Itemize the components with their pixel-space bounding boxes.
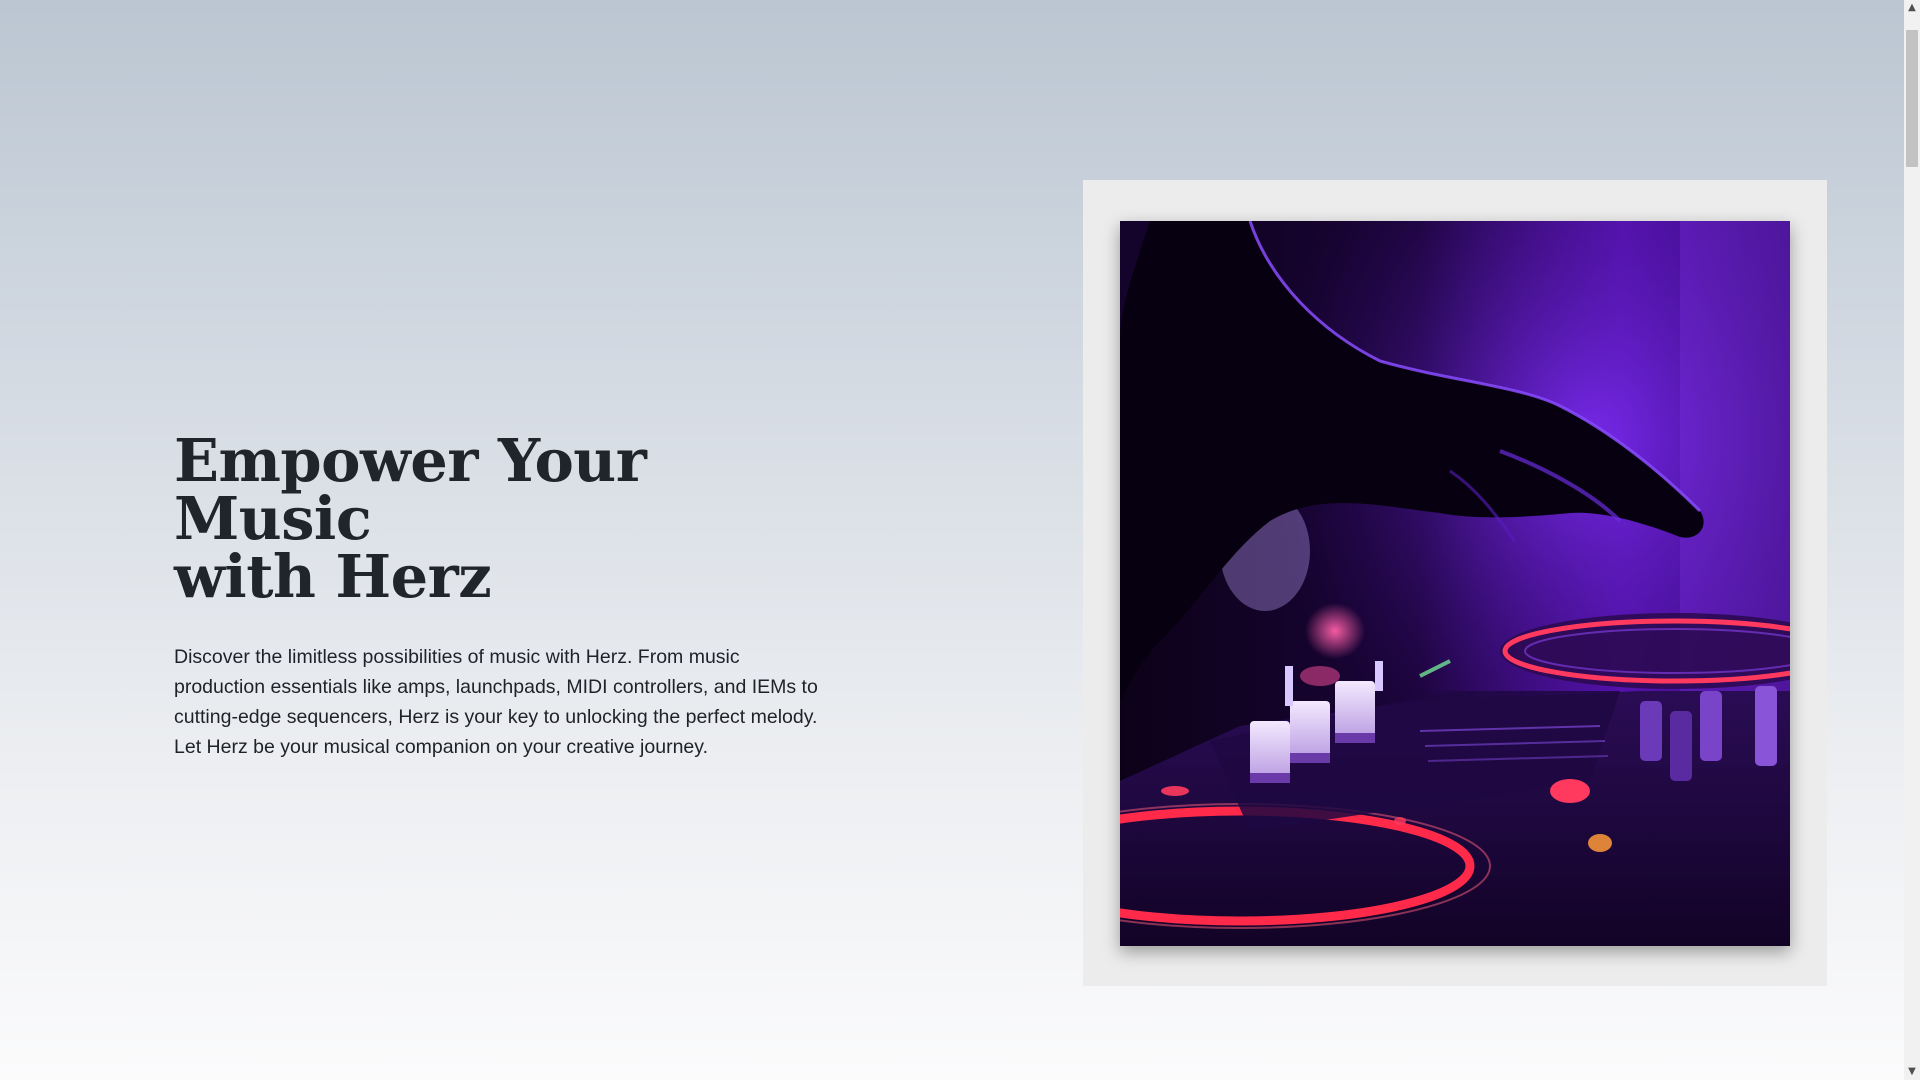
hero-title-line-1: Empower Your Music (174, 426, 647, 553)
vertical-scrollbar[interactable]: ▲ ▼ (1904, 0, 1920, 1080)
chevron-up-icon[interactable]: ▲ (1904, 0, 1920, 16)
hero-title: Empower Your Music with Herz (174, 431, 834, 606)
hero-description: Discover the limitless possibilities of … (174, 646, 818, 758)
dj-controller-photo (1120, 221, 1790, 946)
hero-text-block: Empower Your Music with Herz Discover th… (174, 431, 834, 762)
scrollbar-thumb[interactable] (1906, 30, 1918, 167)
hero-image-frame (1083, 180, 1827, 986)
chevron-down-icon[interactable]: ▼ (1904, 1064, 1920, 1080)
hero-title-line-2: with Herz (174, 542, 492, 611)
